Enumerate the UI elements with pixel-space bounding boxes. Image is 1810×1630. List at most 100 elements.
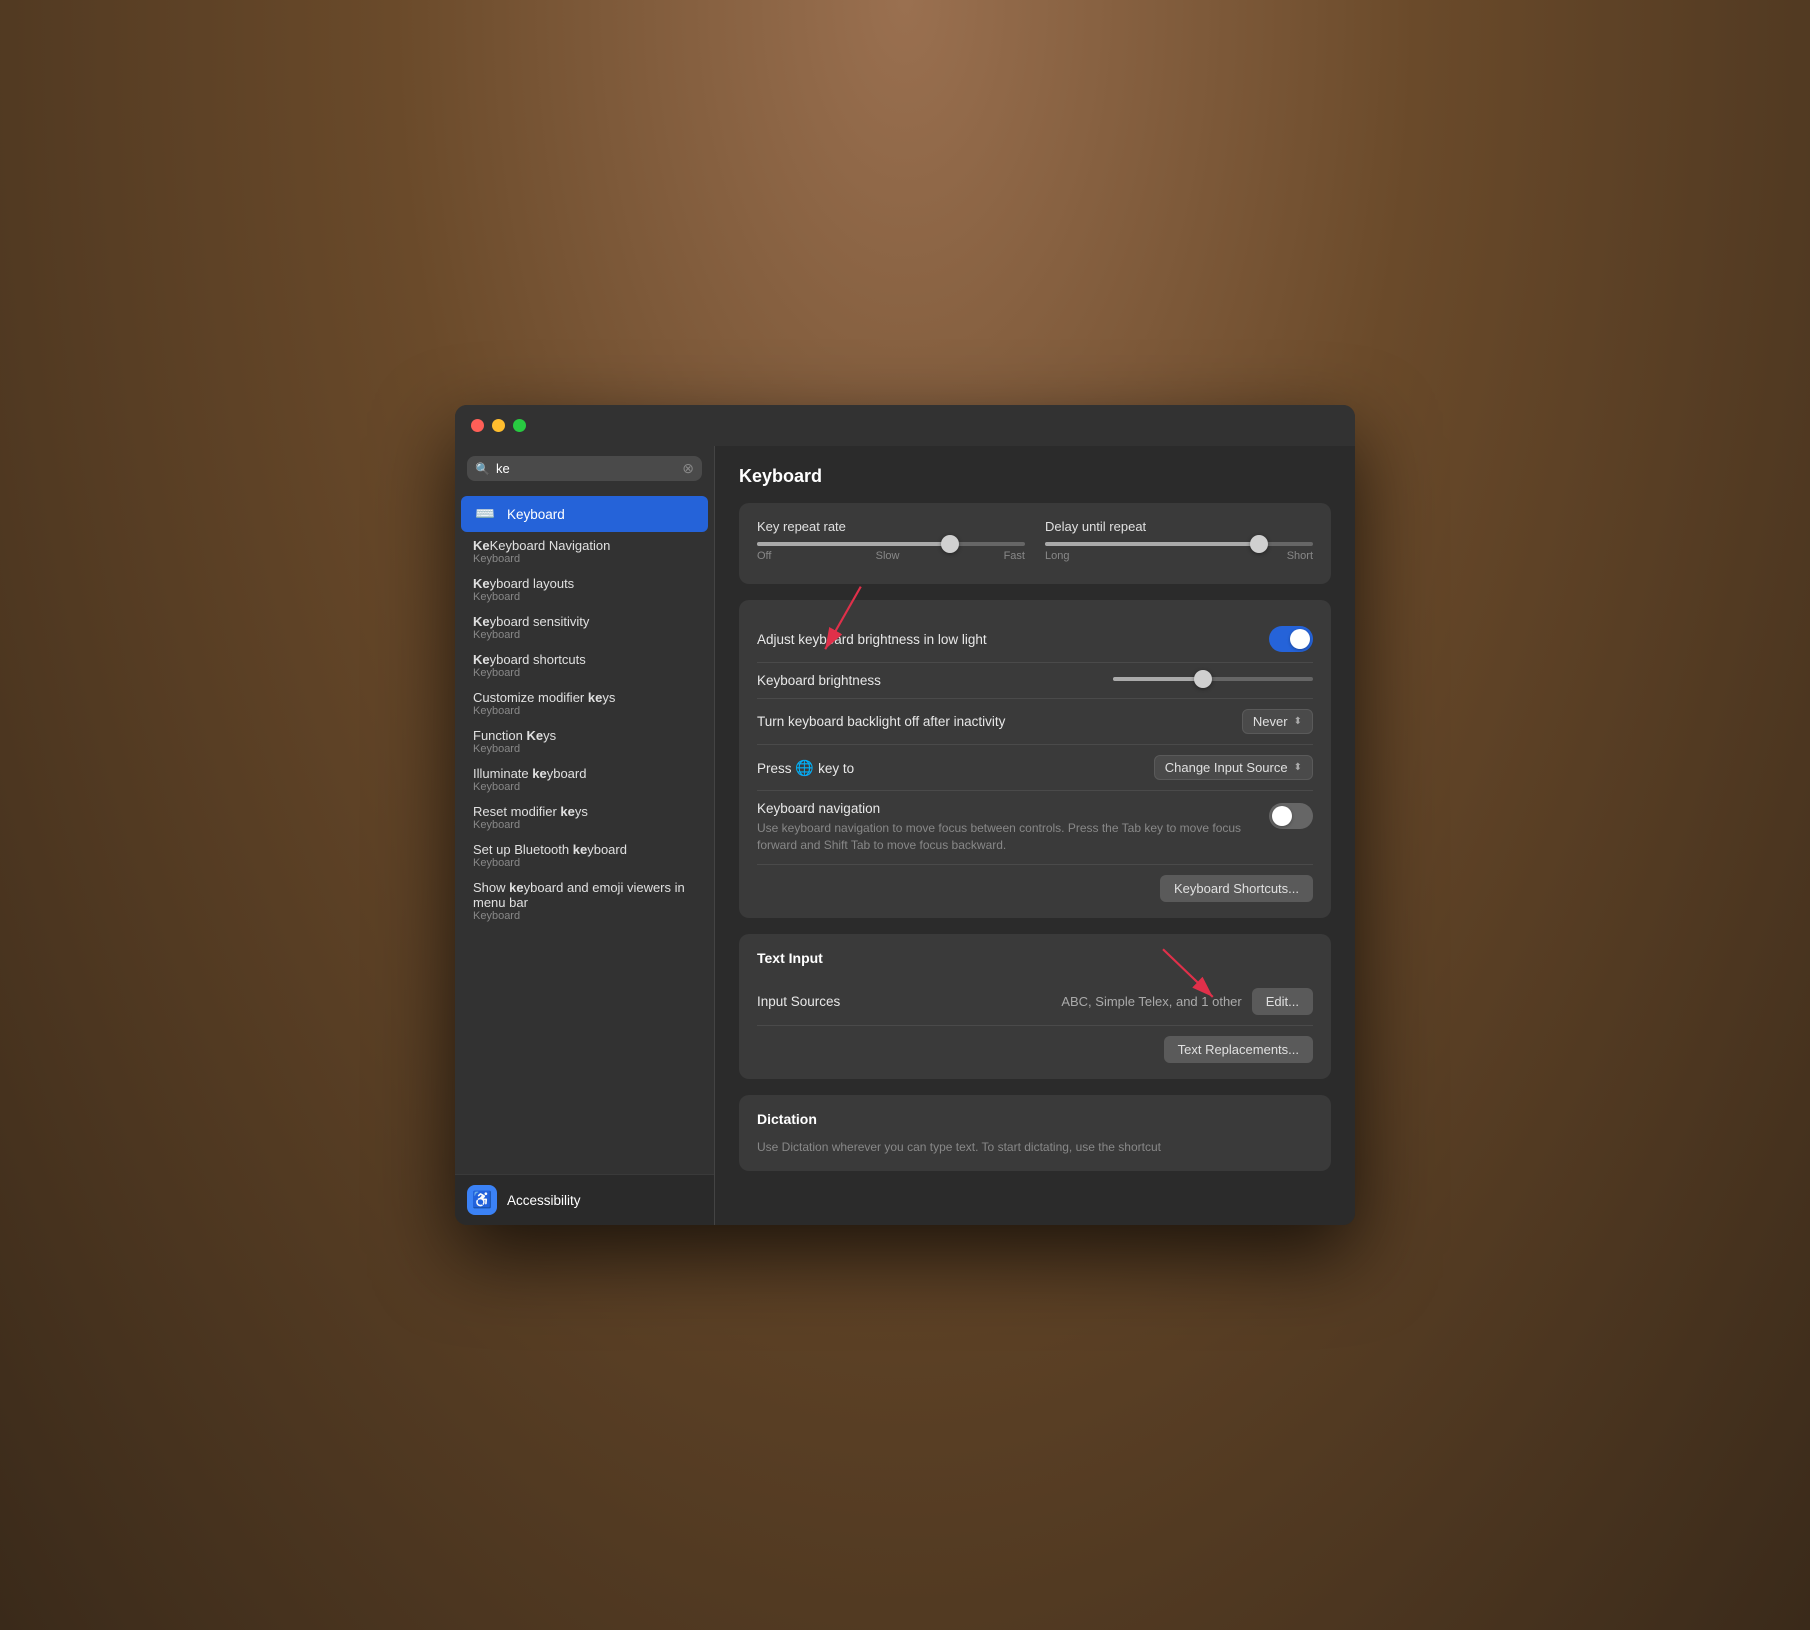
traffic-lights [471,419,526,432]
keyboard-nav-toggle[interactable] [1269,803,1313,829]
sidebar-item-keyboard-shortcuts[interactable]: Keyboard shortcuts Keyboard [461,647,708,684]
window-body: 🔍 ke ⊗ ⌨️ Keyboard KeKeyboard Navigation [455,446,1355,1225]
sidebar-sub-item-label: Illuminate keyboard [473,766,696,781]
text-replacements-button[interactable]: Text Replacements... [1164,1036,1313,1063]
chevron-up-down-icon: ⬍ [1294,716,1302,727]
sidebar-sub-item-sublabel: Keyboard [473,553,696,565]
sidebar: 🔍 ke ⊗ ⌨️ Keyboard KeKeyboard Navigation [455,446,715,1225]
key-repeat-labels: Off Slow Fast [757,550,1025,562]
sidebar-item-keyboard[interactable]: ⌨️ Keyboard [461,496,708,532]
key-repeat-group: Key repeat rate Off Slow Fast [757,519,1025,562]
adjust-brightness-toggle[interactable] [1269,626,1313,652]
settings-window: 🔍 ke ⊗ ⌨️ Keyboard KeKeyboard Navigation [455,405,1355,1225]
close-button[interactable] [471,419,484,432]
edit-button[interactable]: Edit... [1252,988,1313,1015]
titlebar [455,405,1355,446]
key-repeat-card: Key repeat rate Off Slow Fast Delay unti… [739,503,1331,584]
sidebar-item-keyboard-layouts[interactable]: Keyboard layouts Keyboard [461,571,708,608]
sidebar-sub-item-label: Set up Bluetooth keyboard [473,842,696,857]
search-input-wrapper[interactable]: 🔍 ke ⊗ [467,456,702,481]
sidebar-item-label: Keyboard [507,507,696,522]
chevron-up-down-icon-2: ⬍ [1294,762,1302,773]
sidebar-sub-item-sublabel: Keyboard [473,629,696,641]
sidebar-item-keyboard-sensitivity[interactable]: Keyboard sensitivity Keyboard [461,609,708,646]
sidebar-item-customize-modifier-keys[interactable]: Customize modifier keys Keyboard [461,685,708,722]
sidebar-sub-item-label: Show keyboard and emoji viewers in menu … [473,880,696,910]
sidebar-sub-item-label: Reset modifier keys [473,804,696,819]
brightness-track[interactable] [1113,677,1313,681]
page-title: Keyboard [739,466,1331,487]
delay-repeat-labels: Long Short [1045,550,1313,562]
dictation-card: Dictation Use Dictation wherever you can… [739,1095,1331,1172]
text-replacements-row: Text Replacements... [757,1025,1313,1063]
sidebar-sub-item-sublabel: Keyboard [473,705,696,717]
sidebar-sub-item-sublabel: Keyboard [473,781,696,793]
keyboard-nav-row: Keyboard navigation Use keyboard navigat… [757,790,1313,864]
sidebar-sub-item-sublabel: Keyboard [473,591,696,603]
brightness-thumb[interactable] [1194,670,1212,688]
sidebar-item-reset-modifier-keys[interactable]: Reset modifier keys Keyboard [461,799,708,836]
key-repeat-label: Key repeat rate [757,519,1025,534]
sidebar-sub-item-label: Keyboard shortcuts [473,652,696,667]
sidebar-sub-item-sublabel: Keyboard [473,819,696,831]
sidebar-sub-item-sublabel: Keyboard [473,910,696,922]
toggle-knob [1290,629,1310,649]
input-sources-row: Input Sources ABC, Simple Telex, and 1 o… [757,978,1313,1025]
keyboard-icon: ⌨️ [473,504,497,524]
text-input-title: Text Input [757,950,1313,966]
delay-repeat-track[interactable] [1045,542,1313,546]
search-clear-button[interactable]: ⊗ [682,460,694,477]
delay-repeat-group: Delay until repeat Long Short [1045,519,1313,562]
search-icon: 🔍 [475,462,490,476]
sidebar-item-accessibility[interactable]: ♿ Accessibility [455,1174,714,1225]
keyboard-shortcuts-row: Keyboard Shortcuts... [757,864,1313,902]
keyboard-nav-description: Use keyboard navigation to move focus be… [757,820,1249,854]
backlight-row: Turn keyboard backlight off after inacti… [757,698,1313,744]
adjust-brightness-row: Adjust keyboard brightness in low light [757,616,1313,662]
sidebar-sub-item-label: Customize modifier keys [473,690,696,705]
keyboard-brightness-row: Keyboard brightness [757,662,1313,698]
sidebar-sub-item-sublabel: Keyboard [473,667,696,679]
sidebar-sub-item-sublabel: Keyboard [473,857,696,869]
brightness-card: Adjust keyboard brightness in low light … [739,600,1331,918]
minimize-button[interactable] [492,419,505,432]
keyboard-brightness-slider [1113,677,1313,685]
input-sources-value: ABC, Simple Telex, and 1 other [1061,994,1241,1009]
sidebar-sub-item-label: Function Keys [473,728,696,743]
sidebar-item-set-up-bluetooth-keyboard[interactable]: Set up Bluetooth keyboard Keyboard [461,837,708,874]
input-sources-control: ABC, Simple Telex, and 1 other Edit... [1061,988,1313,1015]
sidebar-item-keyboard-navigation[interactable]: KeKeyboard Navigation Keyboard [461,533,708,570]
sidebar-sub-item-sublabel: Keyboard [473,743,696,755]
backlight-label: Turn keyboard backlight off after inacti… [757,714,1005,729]
dictation-description: Use Dictation wherever you can type text… [757,1139,1313,1156]
text-input-card: Text Input Input Sources ABC, Simple Tel… [739,934,1331,1079]
sidebar-item-illuminate-keyboard[interactable]: Illuminate keyboard Keyboard [461,761,708,798]
accessibility-icon: ♿ [467,1185,497,1215]
slider-section: Key repeat rate Off Slow Fast Delay unti… [757,519,1313,562]
keyboard-brightness-label: Keyboard brightness [757,673,881,688]
sidebar-sub-item-label: Keyboard layouts [473,576,696,591]
search-input[interactable]: ke [496,461,676,476]
input-sources-label: Input Sources [757,994,840,1009]
press-key-row: Press 🌐 key to Change Input Source ⬍ [757,744,1313,790]
keyboard-nav-label: Keyboard navigation [757,801,1249,816]
adjust-brightness-label: Adjust keyboard brightness in low light [757,632,987,647]
sidebar-item-function-keys[interactable]: Function Keys Keyboard [461,723,708,760]
press-key-dropdown[interactable]: Change Input Source ⬍ [1154,755,1313,780]
sidebar-list: ⌨️ Keyboard KeKeyboard Navigation Keyboa… [455,491,714,1174]
sidebar-item-show-keyboard-emoji-viewers[interactable]: Show keyboard and emoji viewers in menu … [461,875,708,927]
globe-icon: 🌐 [795,760,818,777]
main-content: Keyboard Key repeat rate Off Slow Fast [715,446,1355,1225]
maximize-button[interactable] [513,419,526,432]
sidebar-sub-item-label: Keyboard sensitivity [473,614,696,629]
backlight-dropdown[interactable]: Never ⬍ [1242,709,1313,734]
delay-repeat-thumb[interactable] [1250,535,1268,553]
key-repeat-thumb[interactable] [941,535,959,553]
key-repeat-track[interactable] [757,542,1025,546]
sidebar-sub-item-label: KeKeyboard Navigation [473,538,696,553]
press-key-label: Press 🌐 key to [757,759,854,777]
keyboard-shortcuts-button[interactable]: Keyboard Shortcuts... [1160,875,1313,902]
delay-repeat-label: Delay until repeat [1045,519,1313,534]
dictation-title: Dictation [757,1111,1313,1127]
search-bar: 🔍 ke ⊗ [455,446,714,491]
